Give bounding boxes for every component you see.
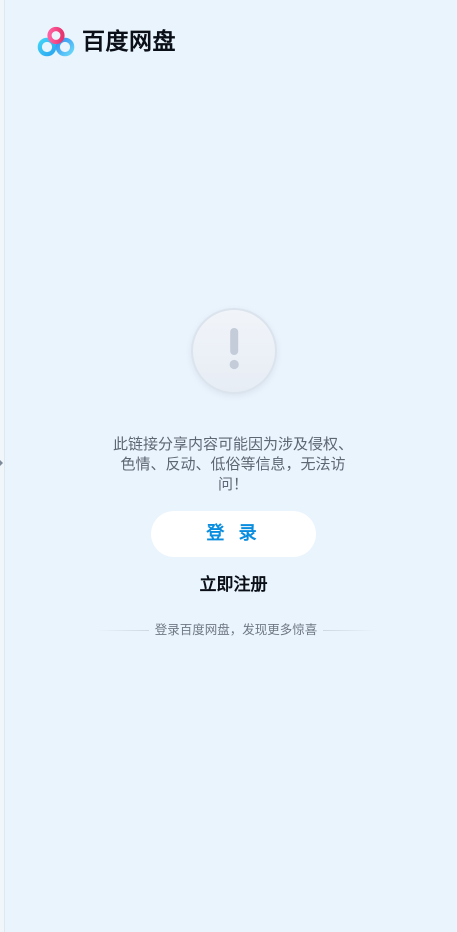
tagline-divider: 登录百度网盘，发现更多惊喜 [96,620,377,640]
brand-name: 百度网盘 [82,29,176,55]
side-panel-handle[interactable] [0,0,5,932]
login-button[interactable]: 登 录 [151,511,316,557]
expand-arrow-icon[interactable] [0,460,3,466]
divider-line-right [323,629,377,631]
tagline-text: 登录百度网盘，发现更多惊喜 [154,622,318,637]
divider-line-left [96,629,149,631]
baidu-netdisk-logo-icon[interactable] [36,26,76,58]
header: 百度网盘 [36,26,176,58]
blocked-share-message: 此链接分享内容可能因为涉及侵权、色情、反动、低俗等信息，无法访问！ [112,435,353,493]
warning-badge [191,308,277,394]
page-background: 百度网盘 此链接分享内容可能因为涉及侵权、色情、反动、低俗等信息，无法访问！ 登… [0,0,457,932]
exclamation-icon [229,328,239,370]
register-link[interactable]: 立即注册 [0,573,457,597]
